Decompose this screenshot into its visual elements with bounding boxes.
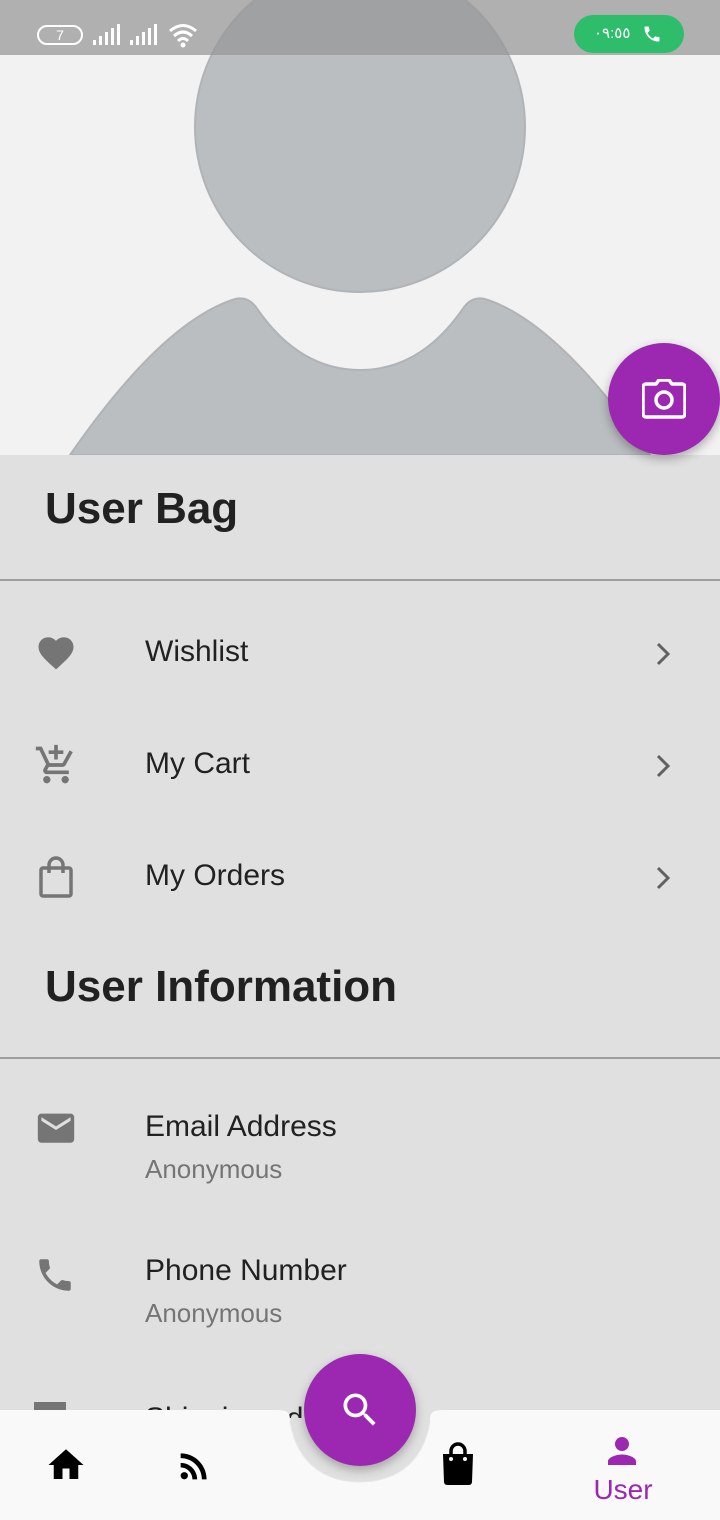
list-item-my-orders[interactable]: My Orders	[0, 821, 720, 933]
email-value: Anonymous	[145, 1154, 283, 1184]
chevron-right-icon	[656, 866, 671, 890]
list-item-email[interactable]: Email Address Anonymous	[0, 1090, 720, 1220]
divider	[0, 579, 720, 581]
search-icon	[343, 1393, 376, 1426]
email-label: Email Address	[145, 1110, 337, 1143]
call-time: ٠٩:٥٥	[594, 25, 631, 42]
signal-icon	[130, 24, 157, 45]
add-to-cart-icon	[35, 744, 73, 784]
change-photo-button[interactable]	[608, 343, 720, 455]
nav-user-label[interactable]: User	[593, 1474, 653, 1506]
status-bar: 7 ٠٩:٥٥	[0, 0, 720, 55]
camera-icon	[642, 379, 686, 419]
phone-icon	[39, 1259, 71, 1291]
list-item-wishlist[interactable]: Wishlist	[0, 597, 720, 709]
my-cart-label: My Cart	[145, 747, 250, 780]
chevron-right-icon	[656, 642, 671, 666]
wishlist-label: Wishlist	[145, 635, 249, 668]
shopping-bag-icon	[39, 856, 73, 898]
phone-label: Phone Number	[145, 1254, 347, 1287]
home-icon[interactable]	[44, 1444, 88, 1486]
person-icon[interactable]	[601, 1430, 643, 1472]
signal-icon	[93, 24, 120, 45]
user-information-title: User Information	[45, 962, 398, 1011]
email-icon	[37, 1113, 75, 1143]
list-item-phone[interactable]: Phone Number Anonymous	[0, 1234, 720, 1364]
phone-icon	[644, 26, 660, 42]
user-bag-title: User Bag	[45, 484, 239, 533]
phone-value: Anonymous	[145, 1298, 283, 1328]
divider	[0, 1057, 720, 1059]
heart-icon	[38, 637, 74, 670]
battery-level: 7	[56, 27, 64, 43]
ongoing-call-indicator[interactable]: ٠٩:٥٥	[574, 15, 684, 53]
rss-feed-icon[interactable]	[174, 1446, 214, 1486]
list-item-my-cart[interactable]: My Cart	[0, 709, 720, 821]
chevron-right-icon	[656, 754, 671, 778]
shopping-bag-icon[interactable]	[440, 1442, 476, 1486]
search-button[interactable]	[304, 1354, 416, 1466]
my-orders-label: My Orders	[145, 859, 286, 892]
battery-icon: 7	[37, 25, 83, 45]
wifi-icon	[169, 24, 197, 48]
